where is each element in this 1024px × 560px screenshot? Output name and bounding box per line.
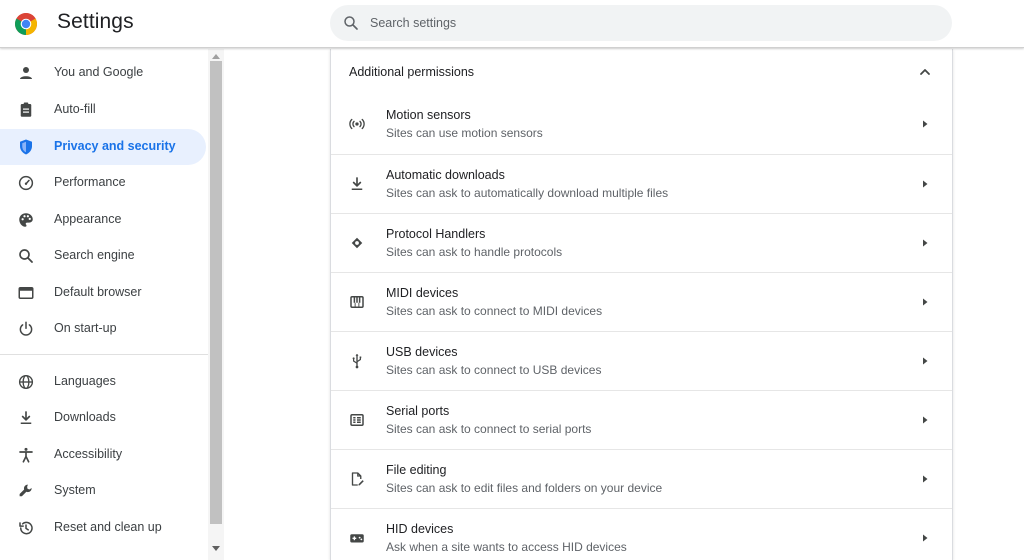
row-subtitle: Sites can use motion sensors xyxy=(386,126,543,140)
row-title: Automatic downloads xyxy=(386,168,505,182)
scroll-down-arrow-icon[interactable] xyxy=(211,545,221,553)
gamepad-icon xyxy=(350,534,364,543)
file-edit-icon xyxy=(351,472,364,486)
permission-row-automatic-downloads[interactable]: Automatic downloads Sites can ask to aut… xyxy=(331,154,952,213)
sidebar-item-you-and-google[interactable]: You and Google xyxy=(0,55,206,91)
usb-icon xyxy=(352,353,362,369)
section-header[interactable]: Additional permissions xyxy=(331,49,952,95)
arrow-right-icon xyxy=(923,357,928,365)
row-subtitle: Sites can ask to connect to MIDI devices xyxy=(386,304,603,318)
search-bar[interactable] xyxy=(330,5,952,41)
sidebar-item-languages[interactable]: Languages xyxy=(0,364,206,400)
search-input[interactable] xyxy=(370,5,930,41)
row-title: File editing xyxy=(386,463,447,477)
sidebar-item-label: You and Google xyxy=(54,65,144,79)
additional-permissions-card: Additional permissions Motion sensors Si… xyxy=(330,49,953,560)
top-bar: Settings xyxy=(0,0,1024,48)
chrome-logo-icon xyxy=(15,13,37,35)
wrench-icon xyxy=(19,484,32,497)
sidebar-item-label: Reset and clean up xyxy=(54,520,162,534)
arrow-right-icon xyxy=(923,180,928,188)
sidebar-item-label: Appearance xyxy=(54,212,122,226)
protocol-icon xyxy=(351,237,363,249)
chevron-up-icon[interactable] xyxy=(917,64,933,80)
sidebar-item-label: Search engine xyxy=(54,248,135,262)
power-icon xyxy=(19,321,33,336)
permission-row-file-editing[interactable]: File editing Sites can ask to edit files… xyxy=(331,449,952,508)
section-title: Additional permissions xyxy=(349,65,475,79)
shield-icon xyxy=(20,139,32,155)
row-title: HID devices xyxy=(386,522,454,536)
sidebar-item-reset-and-clean-up[interactable]: Reset and clean up xyxy=(0,510,206,546)
arrow-right-icon xyxy=(923,239,928,247)
arrow-right-icon xyxy=(923,416,928,424)
arrow-right-icon xyxy=(923,120,928,128)
sidebar-item-label: On start-up xyxy=(54,321,117,335)
history-icon xyxy=(19,521,33,535)
row-title: MIDI devices xyxy=(386,286,459,300)
sidebar-item-label: Languages xyxy=(54,374,116,388)
sidebar-item-label: System xyxy=(54,483,96,497)
sidebar-item-downloads[interactable]: Downloads xyxy=(0,400,206,436)
arrow-right-icon xyxy=(923,475,928,483)
permission-row-motion-sensors[interactable]: Motion sensors Sites can use motion sens… xyxy=(331,95,952,154)
permission-row-protocol-handlers[interactable]: Protocol Handlers Sites can ask to handl… xyxy=(331,213,952,272)
sidebar-item-label: Default browser xyxy=(54,285,142,299)
sidebar-item-auto-fill[interactable]: Auto-fill xyxy=(0,92,206,128)
scroll-up-arrow-icon[interactable] xyxy=(211,52,221,60)
row-subtitle: Sites can ask to connect to USB devices xyxy=(386,363,602,377)
sidebar-item-default-browser[interactable]: Default browser xyxy=(0,275,206,311)
serial-port-icon xyxy=(350,414,364,426)
sidebar-item-label: Accessibility xyxy=(54,447,123,461)
speedometer-icon xyxy=(18,175,34,191)
sidebar-item-label: Performance xyxy=(54,175,126,189)
palette-icon xyxy=(19,213,33,227)
sidebar-item-appearance[interactable]: Appearance xyxy=(0,202,206,238)
row-title: Serial ports xyxy=(386,404,450,418)
download-icon xyxy=(351,177,363,190)
row-subtitle: Sites can ask to automatically download … xyxy=(386,186,669,200)
permission-row-midi-devices[interactable]: MIDI devices Sites can ask to connect to… xyxy=(331,272,952,331)
permission-row-usb-devices[interactable]: USB devices Sites can ask to connect to … xyxy=(331,331,952,390)
sidebar-item-label: Privacy and security xyxy=(54,139,176,153)
permission-row-serial-ports[interactable]: Serial ports Sites can ask to connect to… xyxy=(331,390,952,449)
sidebar-item-search-engine[interactable]: Search engine xyxy=(0,238,206,274)
row-subtitle: Sites can ask to edit files and folders … xyxy=(386,481,663,495)
globe-icon xyxy=(18,374,34,390)
arrow-right-icon xyxy=(923,298,928,306)
arrow-right-icon xyxy=(923,534,928,542)
sidebar-item-on-start-up[interactable]: On start-up xyxy=(0,311,206,347)
piano-icon xyxy=(350,296,364,308)
sidebar: You and Google Auto-fill Privacy and sec… xyxy=(0,49,224,560)
download-icon xyxy=(20,411,32,424)
sidebar-item-label: Auto-fill xyxy=(54,102,96,116)
sensor-icon xyxy=(349,118,365,130)
row-title: USB devices xyxy=(386,345,458,359)
sidebar-item-system[interactable]: System xyxy=(0,473,206,509)
row-title: Motion sensors xyxy=(386,108,471,122)
person-icon xyxy=(20,67,32,79)
clipboard-icon xyxy=(20,102,32,117)
permission-row-hid-devices[interactable]: HID devices Ask when a site wants to acc… xyxy=(331,508,952,560)
search-icon xyxy=(19,249,33,263)
sidebar-item-label: Downloads xyxy=(54,410,116,424)
row-title: Protocol Handlers xyxy=(386,227,486,241)
sidebar-divider xyxy=(0,354,208,355)
row-subtitle: Ask when a site wants to access HID devi… xyxy=(386,540,627,554)
sidebar-item-privacy-and-security[interactable]: Privacy and security xyxy=(0,129,206,165)
row-subtitle: Sites can ask to handle protocols xyxy=(386,245,563,259)
sidebar-scrollbar-thumb[interactable] xyxy=(210,61,222,524)
browser-window-icon xyxy=(18,287,34,299)
accessibility-icon xyxy=(19,447,33,463)
sidebar-item-accessibility[interactable]: Accessibility xyxy=(0,437,206,473)
page-title: Settings xyxy=(57,10,134,33)
search-icon xyxy=(344,16,358,30)
row-subtitle: Sites can ask to connect to serial ports xyxy=(386,422,592,436)
sidebar-item-performance[interactable]: Performance xyxy=(0,165,206,201)
